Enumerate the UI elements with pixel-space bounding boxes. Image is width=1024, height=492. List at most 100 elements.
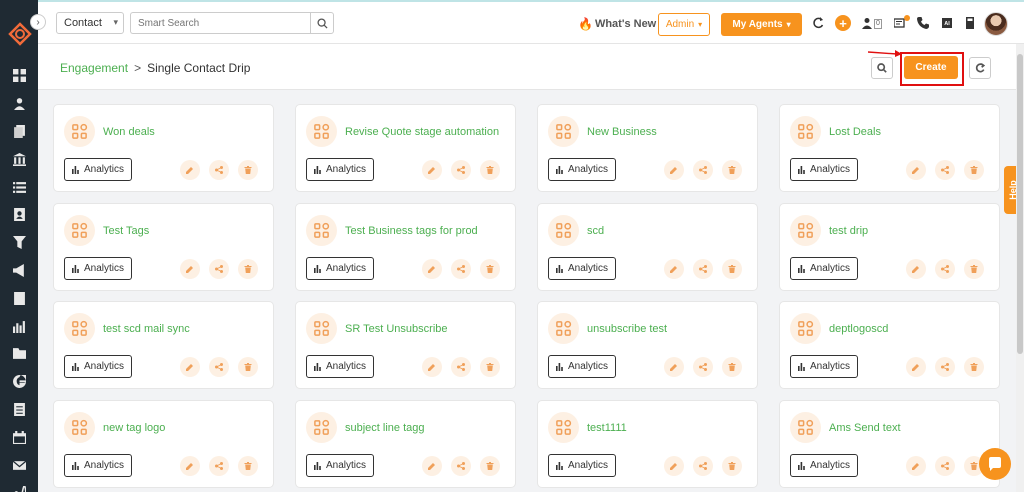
analytics-button[interactable]: Analytics bbox=[306, 158, 374, 181]
share-button[interactable] bbox=[209, 259, 229, 279]
share-button[interactable] bbox=[935, 357, 955, 377]
drip-card[interactable]: unsubscribe test Analytics bbox=[537, 301, 758, 389]
card-title[interactable]: Revise Quote stage automation bbox=[345, 126, 499, 138]
edit-button[interactable] bbox=[422, 160, 442, 180]
delete-button[interactable] bbox=[480, 456, 500, 476]
delete-button[interactable] bbox=[722, 160, 742, 180]
drip-card[interactable]: Ams Send text Analytics bbox=[779, 400, 1000, 488]
card-title[interactable]: test1111 bbox=[587, 422, 627, 434]
share-button[interactable] bbox=[209, 456, 229, 476]
edit-button[interactable] bbox=[180, 357, 200, 377]
drip-card[interactable]: test1111 Analytics bbox=[537, 400, 758, 488]
delete-button[interactable] bbox=[480, 357, 500, 377]
spreadsheet-icon[interactable] bbox=[0, 396, 38, 424]
edit-button[interactable] bbox=[906, 259, 926, 279]
drip-card[interactable]: test scd mail sync Analytics bbox=[53, 301, 274, 389]
calendar-icon[interactable] bbox=[0, 423, 38, 451]
analytics-button[interactable]: Analytics bbox=[790, 257, 858, 280]
breadcrumb-engagement-link[interactable]: Engagement bbox=[60, 61, 128, 75]
analytics-button[interactable]: Analytics bbox=[64, 158, 132, 181]
edit-button[interactable] bbox=[180, 259, 200, 279]
card-title[interactable]: New Business bbox=[587, 126, 657, 138]
analytics-button[interactable]: Analytics bbox=[790, 454, 858, 477]
chat-button[interactable] bbox=[979, 448, 1011, 480]
contacts-icon[interactable] bbox=[0, 90, 38, 118]
google-icon[interactable] bbox=[0, 368, 38, 396]
bank-icon[interactable] bbox=[0, 145, 38, 173]
delete-button[interactable] bbox=[722, 357, 742, 377]
drip-card[interactable]: Revise Quote stage automation Analytics bbox=[295, 104, 516, 192]
share-button[interactable] bbox=[451, 259, 471, 279]
share-button[interactable] bbox=[451, 160, 471, 180]
card-title[interactable]: unsubscribe test bbox=[587, 323, 667, 335]
analytics-button[interactable]: Analytics bbox=[548, 158, 616, 181]
signature-icon[interactable] bbox=[0, 479, 38, 492]
reports-icon[interactable] bbox=[0, 312, 38, 340]
share-button[interactable] bbox=[693, 259, 713, 279]
folder-icon[interactable] bbox=[0, 340, 38, 368]
smart-search-input[interactable] bbox=[130, 12, 310, 34]
add-icon[interactable]: + bbox=[835, 15, 851, 31]
share-button[interactable] bbox=[693, 357, 713, 377]
share-button[interactable] bbox=[935, 259, 955, 279]
delete-button[interactable] bbox=[722, 259, 742, 279]
analytics-button[interactable]: Analytics bbox=[548, 257, 616, 280]
share-button[interactable] bbox=[451, 456, 471, 476]
delete-button[interactable] bbox=[964, 357, 984, 377]
card-title[interactable]: test drip bbox=[829, 225, 868, 237]
megaphone-icon[interactable] bbox=[0, 257, 38, 285]
admin-dropdown[interactable]: Admin ▾ bbox=[658, 13, 710, 36]
card-title[interactable]: Ams Send text bbox=[829, 422, 901, 434]
drip-card[interactable]: test drip Analytics bbox=[779, 203, 1000, 291]
calculator-icon[interactable] bbox=[963, 16, 977, 30]
card-title[interactable]: Lost Deals bbox=[829, 126, 881, 138]
sidebar-toggle-button[interactable]: › bbox=[30, 14, 46, 30]
notes-icon[interactable] bbox=[0, 284, 38, 312]
share-button[interactable] bbox=[693, 456, 713, 476]
card-title[interactable]: SR Test Unsubscribe bbox=[345, 323, 448, 335]
create-button[interactable]: Create bbox=[904, 56, 958, 79]
drip-card[interactable]: new tag logo Analytics bbox=[53, 400, 274, 488]
avatar[interactable] bbox=[984, 12, 1008, 36]
drip-card[interactable]: deptlogoscd Analytics bbox=[779, 301, 1000, 389]
funnel-icon[interactable] bbox=[0, 229, 38, 257]
scrollbar-thumb[interactable] bbox=[1017, 54, 1023, 354]
drip-card[interactable]: Test Business tags for prod Analytics bbox=[295, 203, 516, 291]
share-button[interactable] bbox=[693, 160, 713, 180]
edit-button[interactable] bbox=[422, 357, 442, 377]
contact-card-icon[interactable] bbox=[0, 201, 38, 229]
card-title[interactable]: subject line tagg bbox=[345, 422, 425, 434]
analytics-button[interactable]: Analytics bbox=[790, 355, 858, 378]
analytics-button[interactable]: Analytics bbox=[306, 257, 374, 280]
edit-button[interactable] bbox=[664, 357, 684, 377]
delete-button[interactable] bbox=[964, 259, 984, 279]
card-title[interactable]: Won deals bbox=[103, 126, 155, 138]
ai-chip-icon[interactable]: AI bbox=[940, 16, 954, 30]
edit-button[interactable] bbox=[180, 160, 200, 180]
module-select[interactable]: Contact ▾ bbox=[56, 12, 124, 34]
card-title[interactable]: Test Business tags for prod bbox=[345, 225, 478, 237]
whats-new-link[interactable]: 🔥 What's New bbox=[578, 17, 656, 31]
analytics-button[interactable]: Analytics bbox=[306, 454, 374, 477]
refresh-icon[interactable] bbox=[811, 16, 825, 30]
list-icon[interactable] bbox=[0, 173, 38, 201]
edit-button[interactable] bbox=[906, 160, 926, 180]
analytics-button[interactable]: Analytics bbox=[306, 355, 374, 378]
edit-button[interactable] bbox=[664, 259, 684, 279]
search-button[interactable] bbox=[310, 12, 334, 34]
edit-button[interactable] bbox=[422, 456, 442, 476]
card-title[interactable]: test scd mail sync bbox=[103, 323, 190, 335]
phone-icon[interactable] bbox=[916, 16, 930, 30]
edit-button[interactable] bbox=[906, 357, 926, 377]
refresh-button[interactable] bbox=[969, 57, 991, 79]
share-button[interactable] bbox=[209, 160, 229, 180]
scrollbar[interactable] bbox=[1016, 44, 1024, 492]
delete-button[interactable] bbox=[722, 456, 742, 476]
analytics-button[interactable]: Analytics bbox=[64, 454, 132, 477]
card-title[interactable]: new tag logo bbox=[103, 422, 165, 434]
documents-icon[interactable] bbox=[0, 118, 38, 146]
search-button[interactable] bbox=[871, 57, 893, 79]
analytics-button[interactable]: Analytics bbox=[548, 355, 616, 378]
delete-button[interactable] bbox=[480, 259, 500, 279]
drip-card[interactable]: Lost Deals Analytics bbox=[779, 104, 1000, 192]
